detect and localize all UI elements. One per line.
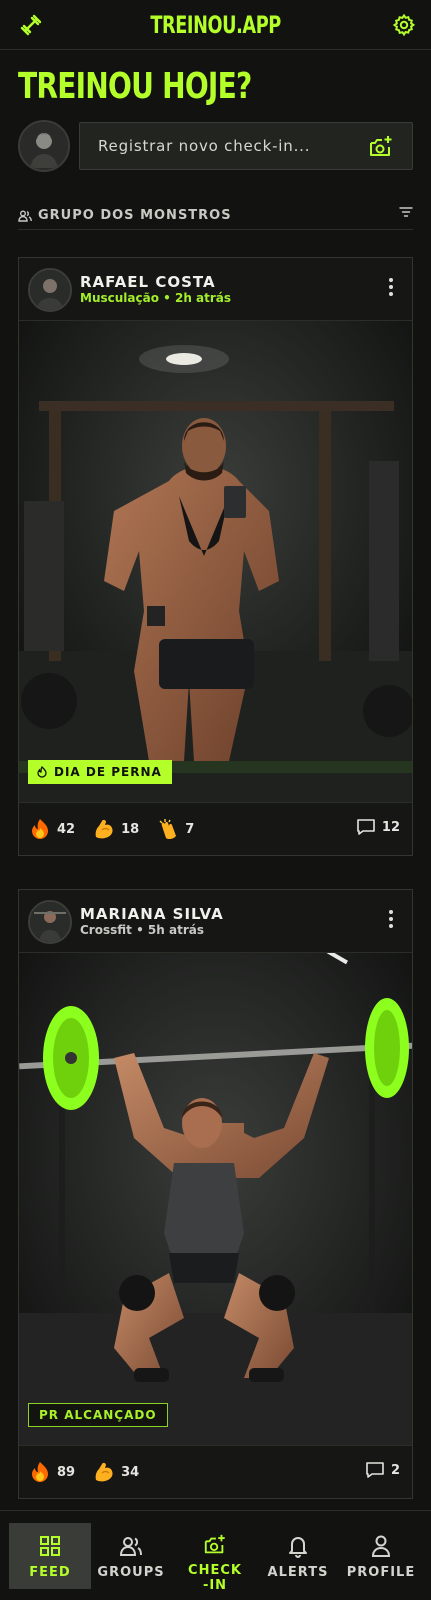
post-card: MARIANA SILVA Crossfit • 5h atrás PR ALC… <box>18 889 413 1499</box>
comments-button[interactable]: 12 <box>356 818 400 836</box>
reaction-fire[interactable]: 42 <box>29 818 75 840</box>
nav-label: CHECK-IN <box>188 1563 242 1593</box>
post-tag-label: PR ALCANÇADO <box>39 1408 157 1422</box>
add-photo-icon[interactable] <box>368 134 394 164</box>
post-category: Crossfit <box>80 923 132 937</box>
nav-profile[interactable]: PROFILE <box>340 1523 422 1589</box>
more-options-icon[interactable] <box>388 910 394 931</box>
nav-groups[interactable]: GROUPS <box>90 1523 172 1589</box>
flexed-biceps-icon <box>93 818 115 840</box>
author-name[interactable]: RAFAEL COSTA <box>80 273 216 291</box>
page-title: TREINOU HOJE? <box>18 66 252 107</box>
reaction-count: 42 <box>57 821 76 837</box>
bell-icon <box>287 1533 309 1559</box>
nav-label: GROUPS <box>97 1565 165 1580</box>
post-footer: 42 18 7 12 <box>19 803 412 855</box>
group-icon <box>18 210 32 222</box>
post-photo[interactable]: DIA DE PERNA <box>19 320 412 803</box>
post-time: 5h atrás <box>147 923 204 937</box>
nav-label: FEED <box>29 1565 71 1580</box>
dumbbell-icon <box>20 14 42 36</box>
reaction-count: 18 <box>121 821 140 837</box>
comment-icon <box>366 1462 384 1478</box>
dumbbell-button[interactable] <box>18 12 44 38</box>
comment-count: 12 <box>381 819 400 835</box>
post-meta: Musculação • 2h atrás <box>80 291 231 305</box>
comments-button[interactable]: 2 <box>365 1461 400 1479</box>
filter-icon[interactable] <box>399 206 413 222</box>
add-photo-icon <box>202 1533 228 1557</box>
post-category: Musculação <box>80 291 159 305</box>
post-tag-label: DIA DE PERNA <box>54 765 162 779</box>
group-name: GRUPO DOS MONSTROS <box>38 208 232 223</box>
reaction-count: 7 <box>185 821 195 837</box>
post-header: RAFAEL COSTA Musculação • 2h atrás <box>19 258 412 320</box>
bottom-navigation: FEED GROUPS CHECK-IN ALERTS PROFILE <box>0 1510 431 1600</box>
reaction-fire[interactable]: 89 <box>29 1461 75 1483</box>
author-avatar[interactable] <box>28 268 72 312</box>
user-icon <box>370 1533 392 1559</box>
checkin-input[interactable]: Registrar novo check-in... <box>79 122 413 170</box>
avatar-portrait <box>20 122 68 170</box>
post-meta: Crossfit • 5h atrás <box>80 923 204 937</box>
app-header: TREINOU.APP <box>0 0 431 50</box>
post-photo[interactable]: PR ALCANÇADO <box>19 952 412 1446</box>
users-icon <box>118 1533 144 1559</box>
nav-checkin[interactable]: CHECK-IN <box>174 1523 256 1593</box>
app-logo: TREINOU.APP <box>150 10 281 39</box>
gear-icon <box>392 13 416 37</box>
gym-selfie-image <box>19 321 412 802</box>
checkin-placeholder: Registrar novo check-in... <box>98 137 311 155</box>
nav-label: ALERTS <box>267 1565 329 1580</box>
post-header: MARIANA SILVA Crossfit • 5h atrás <box>19 890 412 952</box>
more-options-icon[interactable] <box>388 278 394 299</box>
nav-feed[interactable]: FEED <box>9 1523 91 1589</box>
post-tag: DIA DE PERNA <box>28 760 172 784</box>
group-selector[interactable]: GRUPO DOS MONSTROS <box>18 202 413 230</box>
reaction-biceps[interactable]: 34 <box>93 1461 139 1483</box>
fire-icon <box>29 818 51 840</box>
post-time: 2h atrás <box>174 291 232 305</box>
author-avatar[interactable] <box>28 900 72 944</box>
meta-separator: • <box>158 291 175 305</box>
grid-icon <box>39 1533 61 1559</box>
reaction-biceps[interactable]: 18 <box>93 818 139 840</box>
post-footer: 89 34 2 <box>19 1446 412 1498</box>
author-name[interactable]: MARIANA SILVA <box>80 905 224 923</box>
reaction-count: 34 <box>121 1464 140 1480</box>
reaction-clap[interactable]: 7 <box>157 818 194 840</box>
nav-label: PROFILE <box>346 1565 416 1580</box>
comment-icon <box>357 819 375 835</box>
post-card: RAFAEL COSTA Musculação • 2h atrás DIA D… <box>18 257 413 856</box>
crossfit-lift-image <box>19 953 412 1445</box>
reaction-count: 89 <box>57 1464 76 1480</box>
meta-separator: • <box>131 923 148 937</box>
flexed-biceps-icon <box>93 1461 115 1483</box>
comment-count: 2 <box>390 1462 400 1478</box>
current-user-avatar[interactable] <box>18 120 70 172</box>
settings-button[interactable] <box>391 12 417 38</box>
nav-alerts[interactable]: ALERTS <box>257 1523 339 1589</box>
post-tag: PR ALCANÇADO <box>28 1403 168 1427</box>
flame-icon <box>36 766 48 778</box>
clapping-hands-icon <box>157 818 179 840</box>
fire-icon <box>29 1461 51 1483</box>
